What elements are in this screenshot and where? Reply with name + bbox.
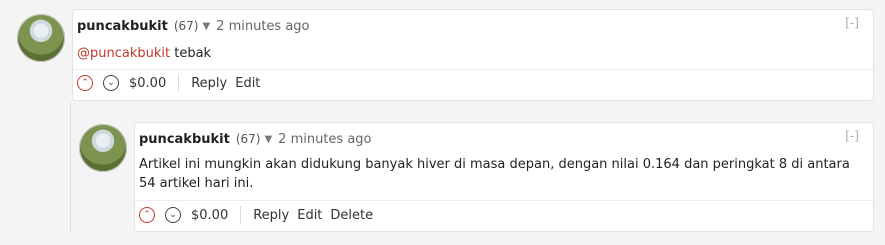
collapse-toggle[interactable]: [-] (845, 129, 859, 143)
timestamp[interactable]: 2 minutes ago (278, 132, 371, 147)
payout-value[interactable]: $0.00 (191, 208, 228, 223)
comment-card: puncakbukit (67) ▼ 2 minutes ago [-] Art… (134, 122, 874, 232)
edit-button[interactable]: Edit (235, 76, 260, 91)
thread-line (70, 102, 71, 232)
comment-text: Artikel ini mungkin akan didukung banyak… (139, 157, 850, 191)
divider (73, 69, 873, 70)
avatar[interactable] (79, 124, 127, 172)
caret-down-icon[interactable]: ▼ (264, 134, 272, 145)
divider (178, 74, 180, 92)
mention-link[interactable]: @puncakbukit (77, 46, 170, 61)
comment-card: puncakbukit (67) ▼ 2 minutes ago [-] @pu… (72, 9, 874, 101)
collapse-toggle[interactable]: [-] (845, 16, 859, 30)
chevron-up-icon[interactable]: ⌃ (77, 75, 93, 91)
caret-down-icon[interactable]: ▼ (202, 21, 210, 32)
chevron-down-icon[interactable]: ⌄ (103, 75, 119, 91)
avatar[interactable] (17, 14, 65, 62)
username[interactable]: puncakbukit (139, 132, 230, 147)
comment-text: tebak (170, 46, 212, 61)
comment-header: puncakbukit (67) ▼ 2 minutes ago (139, 129, 372, 149)
reputation: (67) (235, 132, 261, 146)
comment-actions: ⌃ ⌄ $0.00 Reply Edit (77, 71, 268, 95)
comment-body: Artikel ini mungkin akan didukung banyak… (139, 155, 854, 193)
comment-actions: ⌃ ⌄ $0.00 Reply Edit Delete (139, 203, 381, 227)
comment-body: @puncakbukit tebak (77, 44, 211, 63)
timestamp[interactable]: 2 minutes ago (216, 19, 309, 34)
reply-button[interactable]: Reply (191, 76, 227, 91)
chevron-down-icon[interactable]: ⌄ (165, 207, 181, 223)
username[interactable]: puncakbukit (77, 19, 168, 34)
payout-value[interactable]: $0.00 (129, 76, 166, 91)
delete-button[interactable]: Delete (330, 208, 373, 223)
divider (240, 206, 242, 224)
chevron-up-icon[interactable]: ⌃ (139, 207, 155, 223)
reputation: (67) (173, 19, 199, 33)
divider (135, 200, 873, 201)
comment-header: puncakbukit (67) ▼ 2 minutes ago (77, 16, 310, 36)
edit-button[interactable]: Edit (297, 208, 322, 223)
reply-button[interactable]: Reply (253, 208, 289, 223)
